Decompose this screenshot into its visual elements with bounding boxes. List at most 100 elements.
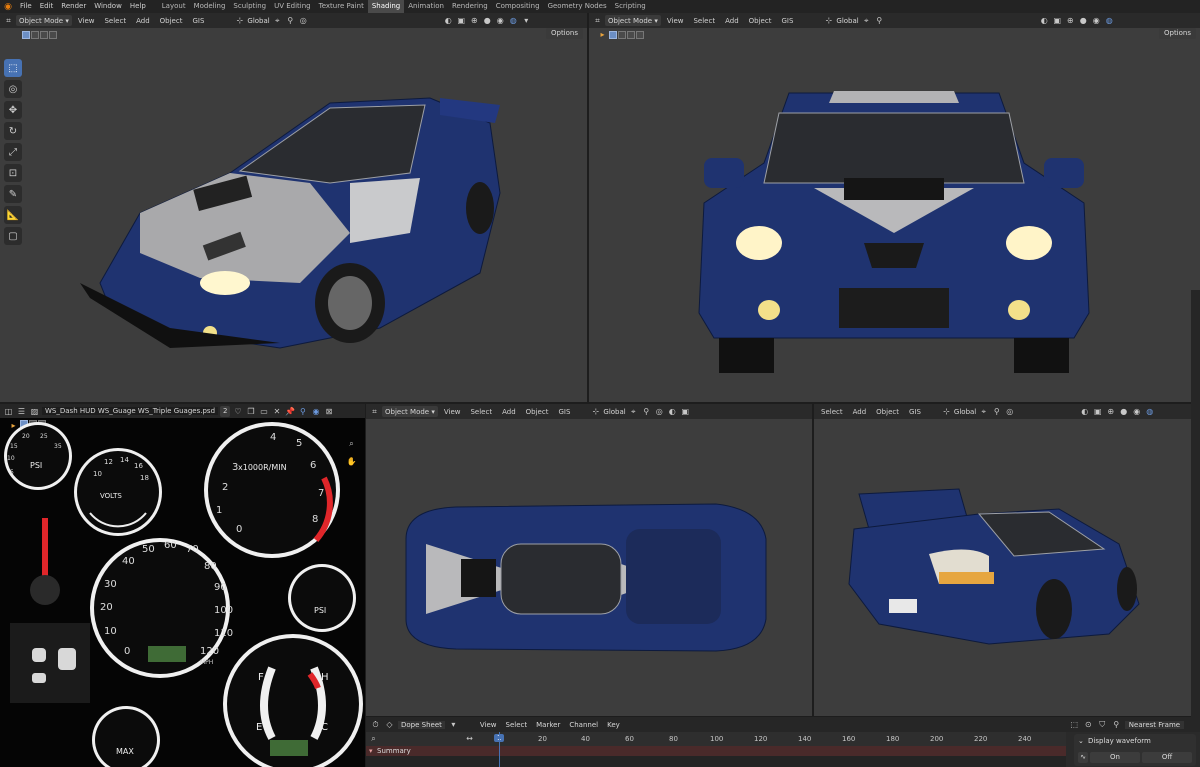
tab-layout[interactable]: Layout bbox=[158, 0, 190, 13]
menu-view[interactable]: View bbox=[663, 17, 688, 25]
transform-orientation-label[interactable]: Global bbox=[603, 408, 625, 416]
menu-gis[interactable]: GIS bbox=[188, 17, 208, 25]
mode-select[interactable]: Object Mode ▾ bbox=[16, 15, 72, 26]
xray-icon[interactable]: ▣ bbox=[1092, 406, 1103, 417]
menu-hamburger-icon[interactable]: ☰ bbox=[16, 406, 27, 417]
viewport-rear[interactable]: Select Add Object GIS ⊹ Global ⌖ ⚲ ◎ ◐ ▣… bbox=[814, 404, 1200, 716]
menu-help[interactable]: Help bbox=[126, 0, 150, 13]
xray-icon[interactable]: ▣ bbox=[680, 406, 691, 417]
move-tool-icon[interactable]: ✥ bbox=[4, 101, 22, 119]
snap-icon[interactable]: ⚲ bbox=[641, 406, 652, 417]
select-mode-new-icon[interactable] bbox=[609, 30, 617, 39]
menu-object[interactable]: Object bbox=[872, 408, 903, 416]
snap-icon[interactable]: ⚲ bbox=[991, 406, 1002, 417]
menu-object[interactable]: Object bbox=[745, 17, 776, 25]
tab-rendering[interactable]: Rendering bbox=[448, 0, 492, 13]
menu-render[interactable]: Render bbox=[57, 0, 90, 13]
overlay-icon[interactable]: ◐ bbox=[1039, 15, 1050, 26]
proportional-icon[interactable]: ◎ bbox=[654, 406, 665, 417]
select-mode-subtract-icon[interactable] bbox=[627, 30, 635, 39]
menu-add[interactable]: Add bbox=[721, 17, 743, 25]
fake-user-icon[interactable]: ♡ bbox=[232, 406, 243, 417]
menu-add[interactable]: Add bbox=[498, 408, 520, 416]
transform-orientation-icon[interactable]: ⊹ bbox=[823, 15, 834, 26]
menu-channel[interactable]: Channel bbox=[566, 721, 601, 729]
menu-window[interactable]: Window bbox=[90, 0, 126, 13]
image-name-field[interactable]: WS_Dash HUD WS_Guage WS_Triple Guages.ps… bbox=[42, 407, 219, 415]
shading-material-icon[interactable]: ◉ bbox=[495, 15, 506, 26]
pin-icon[interactable]: 📌 bbox=[284, 406, 295, 417]
filter-icon[interactable]: ⛉ bbox=[1097, 719, 1108, 730]
shading-material-icon[interactable]: ◉ bbox=[1091, 15, 1102, 26]
menu-select[interactable]: Select bbox=[100, 17, 130, 25]
editor-type-icon[interactable]: ◫ bbox=[3, 406, 14, 417]
menu-view[interactable]: View bbox=[477, 721, 500, 729]
shading-rendered-icon[interactable]: ◍ bbox=[1144, 406, 1155, 417]
shading-solid-icon[interactable]: ● bbox=[482, 15, 493, 26]
tab-uv-editing[interactable]: UV Editing bbox=[270, 0, 315, 13]
viewport-top[interactable]: ⌗ Object Mode ▾ View Select Add Object G… bbox=[366, 404, 812, 716]
swap-icon[interactable]: ↔ bbox=[464, 733, 475, 744]
proportional-icon[interactable]: ◎ bbox=[298, 15, 309, 26]
play-icon[interactable]: ▸ bbox=[597, 29, 608, 40]
unlink-icon[interactable]: ✕ bbox=[271, 406, 282, 417]
snap-mode[interactable]: Nearest Frame bbox=[1124, 720, 1185, 729]
menu-key[interactable]: Key bbox=[604, 721, 623, 729]
open-folder-icon[interactable]: ▭ bbox=[258, 406, 269, 417]
snap-icon[interactable]: ⚲ bbox=[285, 15, 296, 26]
options-button[interactable]: Options bbox=[545, 28, 583, 39]
menu-object[interactable]: Object bbox=[522, 408, 553, 416]
transform-orientation-icon[interactable]: ⊹ bbox=[941, 406, 952, 417]
select-mode-new-icon[interactable] bbox=[22, 30, 30, 39]
blender-logo-icon[interactable]: ◉ bbox=[2, 1, 14, 13]
annotate-tool-icon[interactable]: ✎ bbox=[4, 185, 22, 203]
transform-orientation-icon[interactable]: ⊹ bbox=[234, 15, 245, 26]
select-box-tool-icon[interactable]: ⬚ bbox=[4, 59, 22, 77]
display-channels-icon[interactable]: ◉ bbox=[310, 406, 321, 417]
mode-select[interactable]: Object Mode ▾ bbox=[382, 406, 438, 417]
select-mode-intersect-icon[interactable] bbox=[636, 30, 644, 39]
pivot-icon[interactable]: ⌖ bbox=[628, 406, 639, 417]
waveform-expand-icon[interactable]: ⌄ bbox=[1078, 737, 1084, 745]
waveform-icon[interactable]: ∿ bbox=[1078, 752, 1088, 763]
tab-geometry-nodes[interactable]: Geometry Nodes bbox=[544, 0, 611, 13]
menu-object[interactable]: Object bbox=[156, 17, 187, 25]
xray-icon[interactable]: ▣ bbox=[456, 15, 467, 26]
menu-select[interactable]: Select bbox=[466, 408, 496, 416]
channel-area[interactable] bbox=[366, 756, 1066, 767]
menu-view[interactable]: View bbox=[74, 17, 99, 25]
waveform-on-button[interactable]: On bbox=[1090, 752, 1140, 763]
menu-edit[interactable]: Edit bbox=[36, 0, 58, 13]
menu-select[interactable]: Select bbox=[689, 17, 719, 25]
select-mode-extend-icon[interactable] bbox=[618, 30, 626, 39]
shading-solid-icon[interactable]: ● bbox=[1118, 406, 1129, 417]
menu-select[interactable]: Select bbox=[817, 408, 847, 416]
shading-material-icon[interactable]: ◉ bbox=[1131, 406, 1142, 417]
scale-tool-icon[interactable]: ⤢ bbox=[4, 143, 22, 161]
menu-select[interactable]: Select bbox=[503, 721, 531, 729]
shading-dropdown-icon[interactable]: ▾ bbox=[521, 15, 532, 26]
duplicate-icon[interactable]: ❐ bbox=[245, 406, 256, 417]
select-mode-extend-icon[interactable] bbox=[31, 30, 39, 39]
menu-gis[interactable]: GIS bbox=[554, 408, 574, 416]
tab-shading[interactable]: Shading bbox=[367, 0, 405, 13]
editor-type-icon[interactable]: ⌗ bbox=[592, 15, 603, 26]
transform-orientation-icon[interactable]: ⊹ bbox=[590, 406, 601, 417]
editor-type-icon[interactable]: ⌗ bbox=[3, 15, 14, 26]
proportional-icon[interactable]: ◎ bbox=[1004, 406, 1015, 417]
select-mode-intersect-icon[interactable] bbox=[49, 30, 57, 39]
tab-texture-paint[interactable]: Texture Paint bbox=[315, 0, 368, 13]
transform-orientation-label[interactable]: Global bbox=[247, 17, 269, 25]
select-cursor-icon[interactable]: ⬚ bbox=[1069, 719, 1080, 730]
overlay-icon[interactable]: ◐ bbox=[667, 406, 678, 417]
tab-scripting[interactable]: Scripting bbox=[611, 0, 650, 13]
tab-animation[interactable]: Animation bbox=[404, 0, 448, 13]
frame-ruler[interactable]: ⌕ ↔ 1 20 40 60 80 100 120 140 160 180 20… bbox=[366, 732, 1066, 746]
tab-sculpting[interactable]: Sculpting bbox=[229, 0, 270, 13]
xray-icon[interactable]: ▣ bbox=[1052, 15, 1063, 26]
mode-select[interactable]: Object Mode ▾ bbox=[605, 15, 661, 26]
shading-wire-icon[interactable]: ⊕ bbox=[1105, 406, 1116, 417]
overlay-icon[interactable]: ◐ bbox=[1079, 406, 1090, 417]
dope-sheet-editor[interactable]: ⏱ ◇ Dope Sheet ▾ View Select Marker Chan… bbox=[366, 717, 1200, 767]
menu-gis[interactable]: GIS bbox=[905, 408, 925, 416]
